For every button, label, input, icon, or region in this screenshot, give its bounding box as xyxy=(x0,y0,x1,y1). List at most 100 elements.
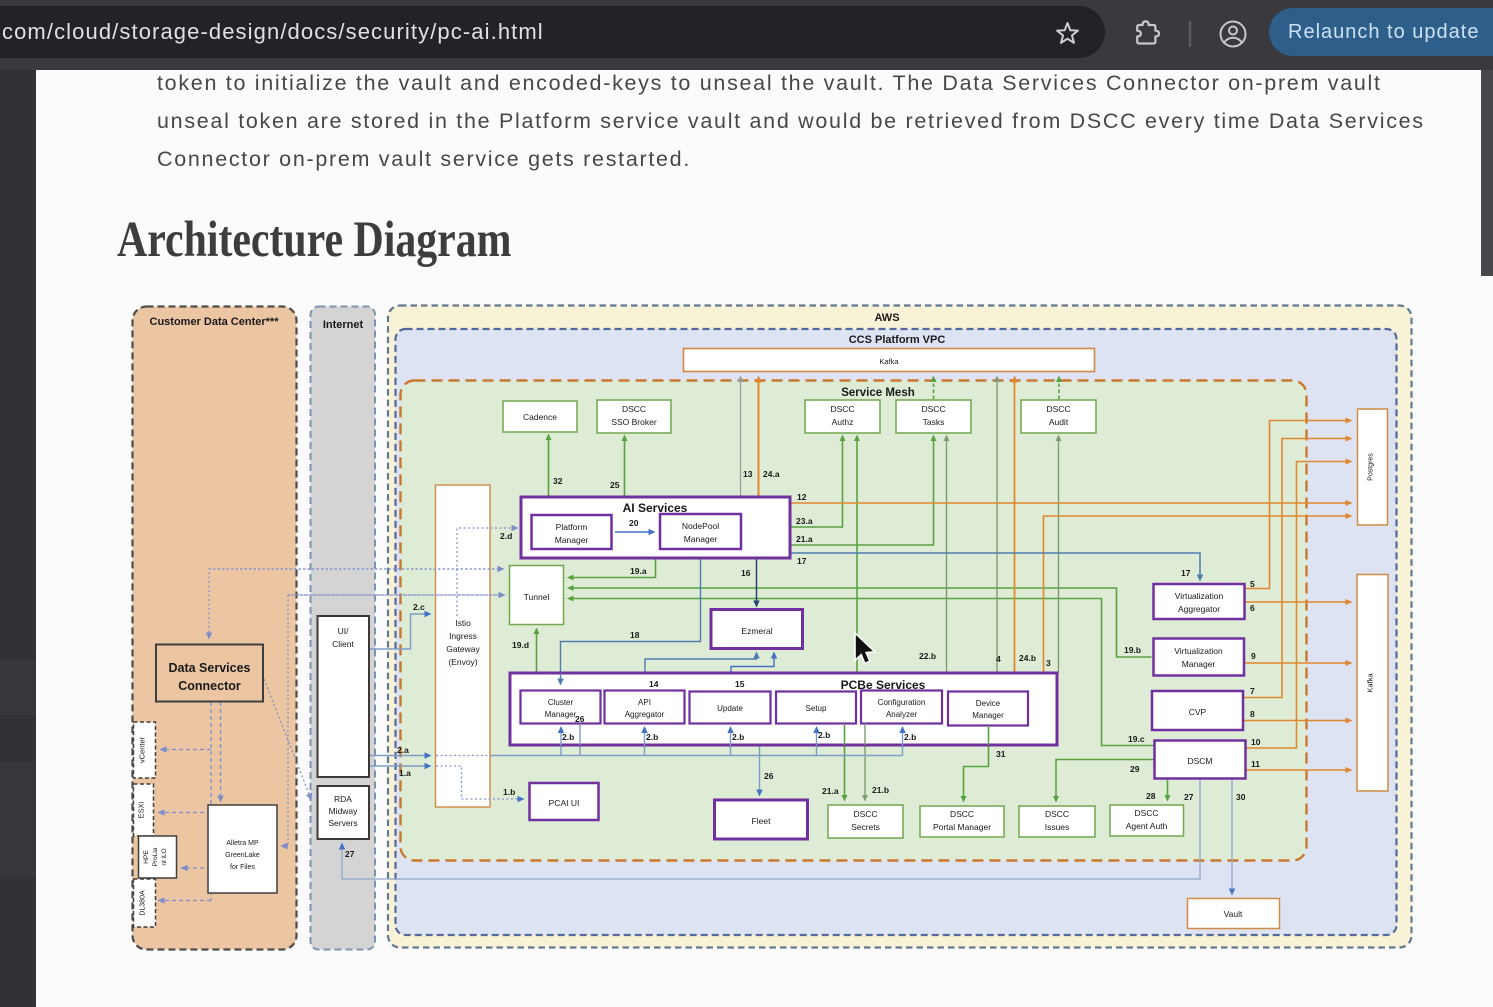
svg-text:Midway: Midway xyxy=(329,806,359,816)
svg-text:Servers: Servers xyxy=(328,818,357,828)
svg-text:26: 26 xyxy=(764,771,774,781)
svg-text:2.a: 2.a xyxy=(397,745,409,755)
svg-text:6: 6 xyxy=(1250,603,1255,613)
svg-text:27: 27 xyxy=(345,849,355,859)
svg-text:2.b: 2.b xyxy=(818,730,830,740)
svg-text:RDA: RDA xyxy=(334,794,352,804)
svg-text:Kafka: Kafka xyxy=(879,357,899,366)
svg-text:2.b: 2.b xyxy=(904,732,916,742)
svg-text:ESXi: ESXi xyxy=(137,801,146,818)
svg-text:Ingress: Ingress xyxy=(449,631,477,641)
svg-text:Agent Auth: Agent Auth xyxy=(1126,821,1168,831)
svg-text:DSCC: DSCC xyxy=(921,404,945,414)
svg-text:9: 9 xyxy=(1251,651,1256,661)
svg-text:Vault: Vault xyxy=(1224,909,1243,919)
svg-text:DSCC: DSCC xyxy=(1134,808,1158,818)
svg-text:Platform: Platform xyxy=(556,522,588,532)
svg-text:11: 11 xyxy=(1251,759,1260,769)
svg-text:DSCC: DSCC xyxy=(622,404,646,414)
svg-text:14: 14 xyxy=(649,679,659,689)
svg-text:CVP: CVP xyxy=(1189,707,1207,717)
svg-text:Istio: Istio xyxy=(455,618,471,628)
svg-text:21.b: 21.b xyxy=(872,785,889,795)
svg-text:24.a: 24.a xyxy=(763,469,780,479)
svg-text:GreenLake: GreenLake xyxy=(225,852,260,859)
svg-text:17: 17 xyxy=(1181,568,1191,578)
svg-text:nt iLO: nt iLO xyxy=(161,848,168,865)
svg-text:Device: Device xyxy=(976,699,1001,708)
svg-text:2.b: 2.b xyxy=(562,732,574,742)
svg-text:4: 4 xyxy=(996,654,1001,664)
svg-text:Configuration: Configuration xyxy=(878,698,926,707)
svg-text:Virtualization: Virtualization xyxy=(1175,591,1224,601)
svg-text:Data Services: Data Services xyxy=(168,661,250,675)
svg-text:Tasks: Tasks xyxy=(923,417,945,427)
svg-text:PCAI UI: PCAI UI xyxy=(549,798,580,808)
svg-text:2.c: 2.c xyxy=(413,602,425,612)
svg-text:Manager: Manager xyxy=(684,534,718,544)
svg-text:SSO Broker: SSO Broker xyxy=(611,417,657,427)
svg-text:Kafka: Kafka xyxy=(1366,673,1375,693)
svg-text:3: 3 xyxy=(1046,658,1051,668)
svg-text:30: 30 xyxy=(1236,792,1246,802)
svg-text:ProLia: ProLia xyxy=(152,847,159,866)
svg-text:Secrets: Secrets xyxy=(851,822,880,832)
svg-text:DSCC: DSCC xyxy=(950,809,974,819)
svg-text:2.d: 2.d xyxy=(500,531,512,541)
svg-text:29: 29 xyxy=(1130,764,1140,774)
svg-text:31: 31 xyxy=(996,749,1006,759)
svg-text:16: 16 xyxy=(741,568,751,578)
svg-text:Alletra MP: Alletra MP xyxy=(226,840,259,847)
svg-text:10: 10 xyxy=(1251,737,1261,747)
svg-text:Cluster: Cluster xyxy=(548,698,574,707)
svg-text:8: 8 xyxy=(1250,709,1255,719)
svg-text:Aggregator: Aggregator xyxy=(625,710,665,719)
svg-text:22.b: 22.b xyxy=(919,651,936,661)
svg-text:1.b: 1.b xyxy=(503,787,515,797)
svg-text:27: 27 xyxy=(1184,792,1194,802)
svg-text:25: 25 xyxy=(610,480,620,490)
svg-text:7: 7 xyxy=(1250,686,1255,696)
svg-text:Tunnel: Tunnel xyxy=(524,592,550,602)
svg-text:DSCC: DSCC xyxy=(830,404,854,414)
svg-text:DSCC: DSCC xyxy=(1046,404,1070,414)
svg-text:Portal Manager: Portal Manager xyxy=(933,822,991,832)
svg-text:Customer Data Center***: Customer Data Center*** xyxy=(150,316,280,328)
svg-text:20: 20 xyxy=(629,518,639,528)
svg-text:Service Mesh: Service Mesh xyxy=(841,387,915,399)
svg-text:Manager: Manager xyxy=(545,710,577,719)
svg-text:Manager: Manager xyxy=(555,535,589,545)
svg-text:2.b: 2.b xyxy=(732,732,744,742)
svg-text:Issues: Issues xyxy=(1045,822,1070,832)
svg-text:18: 18 xyxy=(630,630,640,640)
svg-text:17: 17 xyxy=(797,556,807,566)
svg-text:Fleet: Fleet xyxy=(752,816,772,826)
svg-text:23.a: 23.a xyxy=(796,516,813,526)
svg-text:Client: Client xyxy=(332,639,354,649)
svg-text:2.b: 2.b xyxy=(646,732,658,742)
svg-text:vCenter: vCenter xyxy=(138,736,147,763)
svg-text:DSCM: DSCM xyxy=(1187,756,1212,766)
svg-text:Cadence: Cadence xyxy=(523,412,557,422)
svg-text:21.a: 21.a xyxy=(822,786,839,796)
svg-text:19.b: 19.b xyxy=(1124,645,1141,655)
svg-text:19.a: 19.a xyxy=(630,566,647,576)
svg-text:CCS Platform VPC: CCS Platform VPC xyxy=(849,334,946,346)
svg-text:Internet: Internet xyxy=(323,319,364,331)
svg-text:for Files: for Files xyxy=(230,864,255,871)
svg-text:Ezmeral: Ezmeral xyxy=(741,626,772,636)
svg-text:12: 12 xyxy=(797,492,807,502)
svg-text:Postgres: Postgres xyxy=(1368,453,1375,481)
svg-text:NodePool: NodePool xyxy=(682,521,719,531)
svg-text:HPE: HPE xyxy=(143,850,150,864)
svg-text:Aggregator: Aggregator xyxy=(1178,604,1220,614)
svg-text:1.a: 1.a xyxy=(399,768,411,778)
svg-text:API: API xyxy=(638,698,651,707)
svg-text:(Envoy): (Envoy) xyxy=(448,657,477,667)
svg-text:19.d: 19.d xyxy=(512,640,529,650)
svg-text:5: 5 xyxy=(1250,579,1255,589)
svg-text:Audit: Audit xyxy=(1049,417,1069,427)
svg-text:26: 26 xyxy=(575,714,585,724)
svg-text:DSCC: DSCC xyxy=(853,809,877,819)
svg-text:13: 13 xyxy=(743,469,753,479)
